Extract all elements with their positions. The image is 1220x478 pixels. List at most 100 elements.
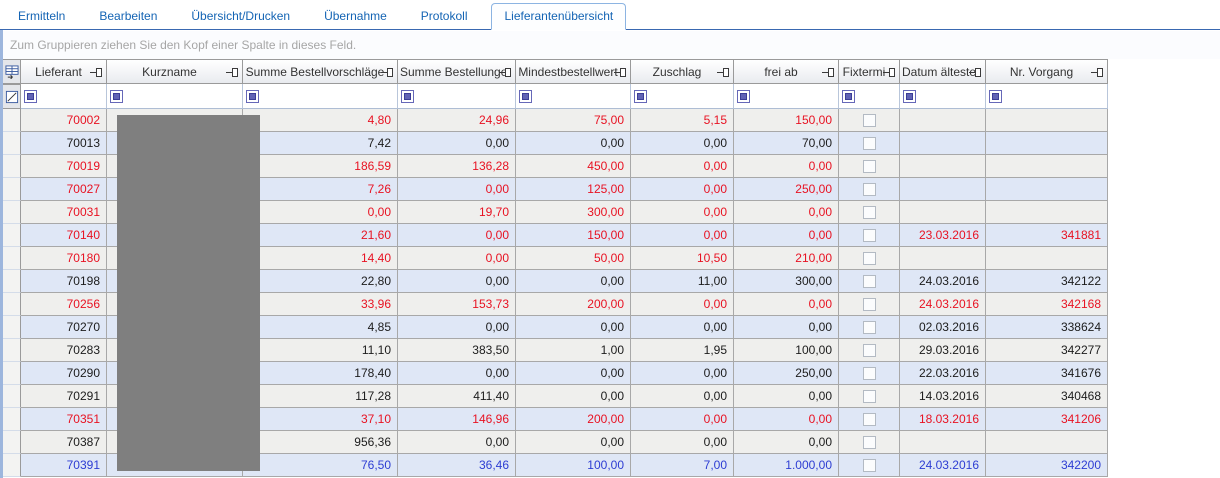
cell-datum[interactable]: 18.03.2016 [900,408,986,431]
cell-datum[interactable]: 29.03.2016 [900,339,986,362]
cell-frei_ab[interactable]: 0,00 [734,293,839,316]
cell-fixtermin[interactable] [839,132,900,155]
cell-fixtermin[interactable] [839,385,900,408]
cell-lieferant[interactable]: 70290 [21,362,107,385]
cell-zuschlag[interactable]: 0,00 [631,224,734,247]
cell-lieferant[interactable]: 70387 [21,431,107,454]
cell-mindest[interactable]: 1,00 [516,339,631,362]
cell-nr[interactable]: 341676 [986,362,1108,385]
filter-operator-button[interactable] [903,89,916,103]
cell-nr[interactable] [986,247,1108,270]
filter-operator-button[interactable] [24,89,37,103]
cell-summe_best[interactable]: 36,46 [398,454,516,477]
cell-summe_best[interactable]: 0,00 [398,178,516,201]
row-indicator[interactable] [3,132,21,155]
row-indicator[interactable] [3,431,21,454]
column-header-nr[interactable]: Nr. Vorgang [986,59,1108,84]
cell-nr[interactable]: 341206 [986,408,1108,431]
column-header-frei_ab[interactable]: frei ab [734,59,839,84]
cell-summe_bv[interactable]: 21,60 [243,224,398,247]
cell-nr[interactable] [986,109,1108,132]
fixtermin-checkbox[interactable] [862,228,876,242]
cell-nr[interactable]: 342200 [986,454,1108,477]
cell-mindest[interactable]: 0,00 [516,362,631,385]
fixtermin-checkbox[interactable] [862,412,876,426]
cell-frei_ab[interactable]: 0,00 [734,408,839,431]
filter-input-summe_bv[interactable] [261,84,397,108]
tab-uebersicht-drucken[interactable]: Übersicht/Drucken [181,3,300,29]
tab-lieferantenuebersicht[interactable]: Lieferantenübersicht [491,3,627,30]
cell-zuschlag[interactable]: 1,95 [631,339,734,362]
fixtermin-checkbox[interactable] [862,435,876,449]
row-indicator[interactable] [3,109,21,132]
cell-zuschlag[interactable]: 11,00 [631,270,734,293]
cell-fixtermin[interactable] [839,454,900,477]
cell-lieferant[interactable]: 70027 [21,178,107,201]
row-indicator[interactable] [3,178,21,201]
filter-editor-button[interactable] [3,84,21,109]
cell-zuschlag[interactable]: 0,00 [631,155,734,178]
cell-summe_bv[interactable]: 4,85 [243,316,398,339]
fixtermin-checkbox[interactable] [862,297,876,311]
cell-summe_bv[interactable]: 0,00 [243,201,398,224]
cell-fixtermin[interactable] [839,178,900,201]
cell-fixtermin[interactable] [839,362,900,385]
cell-mindest[interactable]: 75,00 [516,109,631,132]
cell-datum[interactable] [900,201,986,224]
cell-fixtermin[interactable] [839,293,900,316]
cell-summe_best[interactable]: 0,00 [398,431,516,454]
filter-operator-button[interactable] [989,89,1002,103]
cell-summe_best[interactable]: 0,00 [398,247,516,270]
cell-lieferant[interactable]: 70270 [21,316,107,339]
cell-zuschlag[interactable]: 0,00 [631,362,734,385]
cell-fixtermin[interactable] [839,155,900,178]
cell-mindest[interactable]: 0,00 [516,132,631,155]
fixtermin-checkbox[interactable] [862,274,876,288]
filter-input-frei_ab[interactable] [752,84,838,108]
cell-summe_best[interactable]: 0,00 [398,132,516,155]
cell-nr[interactable] [986,201,1108,224]
fixtermin-checkbox[interactable] [862,389,876,403]
cell-zuschlag[interactable]: 0,00 [631,178,734,201]
cell-summe_bv[interactable]: 14,40 [243,247,398,270]
cell-datum[interactable]: 23.03.2016 [900,224,986,247]
row-indicator[interactable] [3,362,21,385]
cell-fixtermin[interactable] [839,109,900,132]
cell-zuschlag[interactable]: 0,00 [631,316,734,339]
row-indicator[interactable] [3,293,21,316]
cell-fixtermin[interactable] [839,408,900,431]
cell-lieferant[interactable]: 70013 [21,132,107,155]
cell-summe_best[interactable]: 0,00 [398,362,516,385]
row-indicator[interactable] [3,408,21,431]
cell-datum[interactable]: 02.03.2016 [900,316,986,339]
cell-fixtermin[interactable] [839,316,900,339]
cell-summe_bv[interactable]: 37,10 [243,408,398,431]
cell-frei_ab[interactable]: 250,00 [734,178,839,201]
cell-mindest[interactable]: 0,00 [516,431,631,454]
filter-input-lieferant[interactable] [39,84,106,108]
cell-frei_ab[interactable]: 0,00 [734,385,839,408]
cell-summe_bv[interactable]: 186,59 [243,155,398,178]
cell-lieferant[interactable]: 70256 [21,293,107,316]
cell-nr[interactable]: 340468 [986,385,1108,408]
filter-input-datum[interactable] [918,84,985,108]
cell-summe_best[interactable]: 383,50 [398,339,516,362]
fixtermin-checkbox[interactable] [862,205,876,219]
filter-operator-button[interactable] [110,89,123,103]
cell-summe_best[interactable]: 136,28 [398,155,516,178]
cell-mindest[interactable]: 200,00 [516,408,631,431]
cell-lieferant[interactable]: 70291 [21,385,107,408]
filter-operator-button[interactable] [519,89,532,103]
row-indicator[interactable] [3,247,21,270]
cell-zuschlag[interactable]: 0,00 [631,408,734,431]
cell-mindest[interactable]: 450,00 [516,155,631,178]
cell-zuschlag[interactable]: 0,00 [631,385,734,408]
fixtermin-checkbox[interactable] [862,458,876,472]
filter-input-mindest[interactable] [534,84,630,108]
cell-nr[interactable]: 338624 [986,316,1108,339]
cell-mindest[interactable]: 0,00 [516,316,631,339]
row-indicator[interactable] [3,454,21,477]
cell-lieferant[interactable]: 70140 [21,224,107,247]
row-indicator[interactable] [3,385,21,408]
cell-nr[interactable] [986,155,1108,178]
